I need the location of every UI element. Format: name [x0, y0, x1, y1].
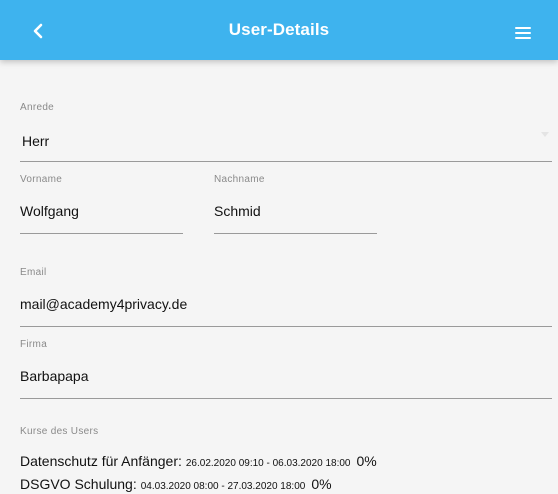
- page-title: User-Details: [228, 20, 330, 39]
- top-app-bar: User-Details: [0, 0, 558, 60]
- vorname-input[interactable]: Wolfgang: [20, 203, 79, 219]
- course-dates: 04.03.2020 08:00 - 27.03.2020 18:00: [140, 481, 306, 492]
- course-item: DSGVO Schulung: 04.03.2020 08:00 - 27.03.…: [20, 476, 332, 494]
- anrede-underline: [20, 161, 552, 162]
- email-label: Email: [20, 267, 47, 278]
- firma-input[interactable]: Barbapapa: [20, 368, 89, 384]
- course-dates: 26.02.2020 09:10 - 06.03.2020 18:00: [185, 458, 351, 469]
- course-progress: 0%: [356, 453, 377, 469]
- course-name: Datenschutz für Anfänger:: [20, 453, 182, 469]
- email-underline: [20, 326, 552, 327]
- anrede-label: Anrede: [20, 102, 55, 113]
- email-input[interactable]: mail@academy4privacy.de: [20, 296, 187, 312]
- course-name: DSGVO Schulung:: [20, 476, 137, 492]
- firma-label: Firma: [20, 339, 48, 350]
- dropdown-arrow-icon[interactable]: [541, 132, 549, 137]
- courses-label: Kurse des Users: [20, 426, 99, 437]
- vorname-underline: [20, 233, 183, 234]
- nachname-input[interactable]: Schmid: [214, 203, 261, 219]
- anrede-select[interactable]: Herr: [22, 133, 49, 149]
- nachname-underline: [214, 233, 377, 234]
- course-item: Datenschutz für Anfänger: 26.02.2020 09:1…: [20, 453, 377, 471]
- firma-underline: [20, 398, 552, 399]
- nachname-label: Nachname: [214, 174, 265, 185]
- vorname-label: Vorname: [20, 174, 63, 185]
- course-progress: 0%: [311, 476, 332, 492]
- menu-button[interactable]: [515, 27, 537, 45]
